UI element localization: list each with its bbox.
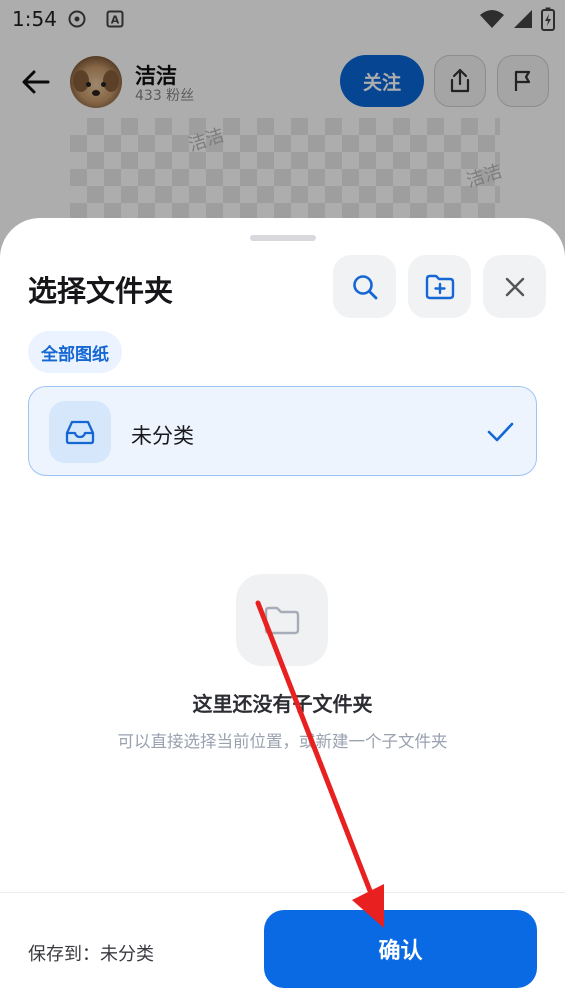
new-folder-button[interactable] [408, 255, 471, 318]
empty-state-title: 这里还没有子文件夹 [192, 692, 373, 716]
search-icon [352, 274, 377, 299]
inbox-icon [65, 420, 95, 445]
footer-divider [0, 892, 565, 893]
close-button[interactable] [483, 255, 546, 318]
check-icon [487, 422, 514, 442]
empty-state-icon [236, 574, 328, 666]
folder-plus-icon [425, 274, 454, 299]
close-icon [505, 277, 524, 296]
confirm-button[interactable]: 确认 [264, 910, 537, 988]
save-to-value: 未分类 [100, 944, 154, 965]
folder-icon [264, 606, 300, 635]
folder-picker-sheet: 选择文件夹 全部图纸 未分类 这里还没有子文件夹 可以直接选择当前位置，或新建一… [0, 218, 565, 1004]
save-location: 保存到： 未分类 [28, 940, 154, 966]
sheet-grabber[interactable] [250, 235, 316, 241]
folder-item-label: 未分类 [131, 424, 194, 448]
empty-state-subtitle: 可以直接选择当前位置，或新建一个子文件夹 [117, 732, 448, 751]
sheet-title: 选择文件夹 [28, 274, 174, 308]
folder-item-uncategorized[interactable]: 未分类 [28, 386, 537, 476]
search-button[interactable] [333, 255, 396, 318]
save-to-label: 保存到： [28, 944, 100, 965]
breadcrumb-all-drawings[interactable]: 全部图纸 [28, 331, 122, 373]
